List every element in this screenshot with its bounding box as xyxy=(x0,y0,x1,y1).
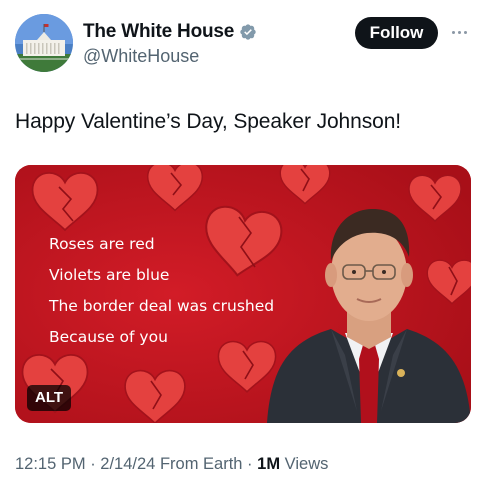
views-label: Views xyxy=(280,455,329,473)
display-name-row[interactable]: The White House xyxy=(83,20,257,44)
alt-text-badge[interactable]: ALT xyxy=(27,385,72,411)
tweet-text: Happy Valentine’s Day, Speaker Johnson! xyxy=(15,110,402,133)
tweet-meta: 12:15 PM · 2/14/24 From Earth · 1M Views xyxy=(15,455,328,474)
verified-badge-icon[interactable] xyxy=(239,23,257,41)
meta-separator: · xyxy=(85,455,101,473)
post-time[interactable]: 12:15 PM xyxy=(15,455,86,473)
white-house-avatar-image xyxy=(15,14,73,72)
avatar[interactable] xyxy=(15,14,73,72)
poem-line: Roses are red xyxy=(49,235,155,253)
follow-button[interactable]: Follow xyxy=(355,17,438,49)
poem-line: Violets are blue xyxy=(49,266,170,284)
post-source: From Earth xyxy=(155,455,243,473)
tweet-media-image[interactable]: Roses are red Violets are blue The borde… xyxy=(15,165,471,423)
more-options-icon[interactable] xyxy=(449,22,469,42)
poem-text: Roses are red Violets are blue The borde… xyxy=(49,229,274,353)
display-name[interactable]: The White House xyxy=(83,21,234,43)
poem-line: Because of you xyxy=(49,328,168,346)
tweet-container: The White House @WhiteHouse Follow Happy… xyxy=(0,0,487,500)
views-count[interactable]: 1M xyxy=(257,455,280,473)
post-date[interactable]: 2/14/24 xyxy=(100,455,155,473)
meta-separator: · xyxy=(242,455,258,473)
handle[interactable]: @WhiteHouse xyxy=(83,46,199,67)
poem-line: The border deal was crushed xyxy=(49,297,275,315)
